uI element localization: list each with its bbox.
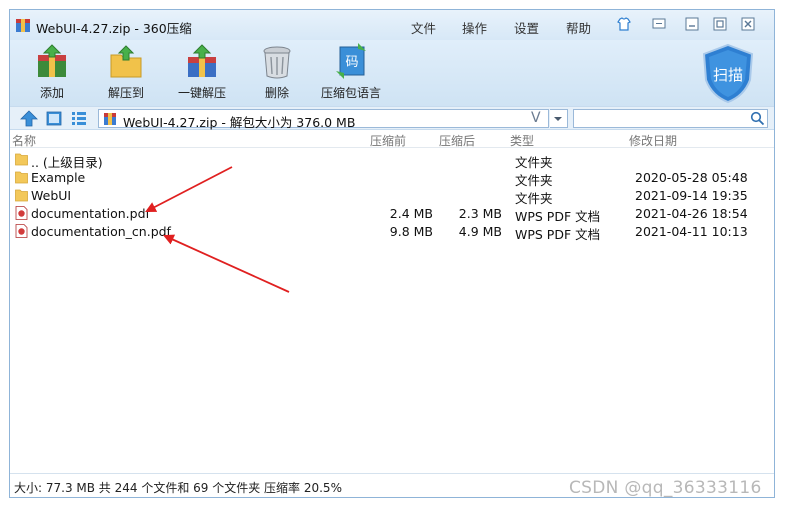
zip-archive-icon (16, 19, 30, 32)
comment-icon-glyph: 码 (345, 55, 358, 70)
zip-archive-icon (104, 113, 116, 125)
list-item[interactable]: documentation.pdf 2.4 MB 2.3 MB WPS PDF … (10, 204, 774, 224)
column-header-row: 名称 压缩前 压缩后 类型 修改日期 (10, 130, 774, 148)
list-item[interactable]: Example 文件夹 2020-05-28 05:48 (10, 168, 774, 188)
menu-settings[interactable]: 设置 (514, 18, 539, 37)
file-name: WebUI (31, 188, 72, 203)
watermark: CSDN @qq_36333116 (569, 478, 762, 498)
file-modified: 2021-04-11 10:13 (635, 224, 748, 239)
window-title: WebUI-4.27.zip - 360压缩 (36, 21, 192, 36)
search-input[interactable] (573, 109, 768, 128)
file-modified: 2020-05-28 05:48 (635, 170, 748, 185)
extract-to-button[interactable]: 解压到 (104, 43, 148, 105)
folder-icon (15, 189, 28, 202)
skin-shirt-icon[interactable] (616, 16, 632, 32)
address-v-button[interactable]: V (531, 110, 541, 126)
one-click-extract-icon (188, 44, 216, 77)
column-header-type[interactable]: 类型 (510, 132, 534, 149)
file-modified: 2021-04-26 18:54 (635, 206, 748, 221)
archive-comment-button[interactable]: 码 压缩包语言 (318, 43, 384, 105)
one-click-extract-button[interactable]: 一键解压 (174, 43, 230, 105)
add-button[interactable]: 添加 (30, 43, 74, 105)
file-name: documentation.pdf (31, 206, 150, 221)
comment-code-icon: 码 (336, 43, 366, 79)
pdf-icon (15, 224, 28, 238)
status-text: 大小: 77.3 MB 共 244 个文件和 69 个文件夹 压缩率 20.5% (14, 481, 342, 495)
menu-operate[interactable]: 操作 (462, 18, 487, 37)
file-size: 9.8 MB (389, 224, 433, 239)
list-item[interactable]: WebUI 文件夹 2021-09-14 19:35 (10, 186, 774, 206)
pdf-icon (15, 206, 28, 220)
title-bar: WebUI-4.27.zip - 360压缩 文件 操作 设置 帮助 (10, 10, 774, 40)
column-header-packed[interactable]: 压缩后 (439, 132, 475, 149)
address-dropdown-button[interactable] (550, 109, 568, 128)
chevron-down-icon (554, 117, 562, 121)
column-header-size[interactable]: 压缩前 (370, 132, 406, 149)
thumbnail-view-icon[interactable] (45, 110, 63, 127)
file-packed-size: 2.3 MB (458, 206, 502, 221)
file-name: Example (31, 170, 86, 185)
up-arrow-icon[interactable] (20, 110, 38, 127)
column-header-name[interactable]: 名称 (12, 132, 36, 149)
scan-button[interactable]: 扫描 (700, 42, 756, 104)
list-view-icon[interactable] (70, 110, 88, 127)
maximize-icon[interactable] (712, 16, 728, 32)
file-size: 2.4 MB (389, 206, 433, 221)
search-icon[interactable] (750, 111, 765, 126)
address-bar: WebUI-4.27.zip - 解包大小为 376.0 MB V (10, 106, 774, 130)
list-item[interactable]: documentation_cn.pdf 9.8 MB 4.9 MB WPS P… (10, 222, 774, 242)
feedback-icon[interactable] (651, 16, 667, 32)
address-path-field[interactable]: WebUI-4.27.zip - 解包大小为 376.0 MB V (98, 109, 549, 130)
close-icon[interactable] (740, 16, 756, 32)
file-modified: 2021-09-14 19:35 (635, 188, 748, 203)
file-name: documentation_cn.pdf (31, 224, 171, 239)
scan-label: 扫描 (713, 66, 743, 84)
file-packed-size: 4.9 MB (458, 224, 502, 239)
add-archive-icon (38, 44, 66, 77)
delete-button[interactable]: 删除 (255, 43, 299, 105)
file-type: WPS PDF 文档 (515, 227, 601, 242)
shield-scan-icon: 扫描 (702, 43, 754, 104)
folder-icon (15, 153, 28, 166)
app-window: WebUI-4.27.zip - 360压缩 文件 操作 设置 帮助 添加 解压… (9, 9, 775, 498)
list-item[interactable]: .. (上级目录) 文件夹 (10, 150, 774, 170)
column-header-modified[interactable]: 修改日期 (629, 132, 677, 149)
extract-to-folder-icon (110, 45, 142, 78)
toolbar: 添加 解压到 一键解压 删除 码 压缩包语言 扫描 (10, 40, 774, 106)
menu-file[interactable]: 文件 (411, 18, 436, 37)
trash-bin-icon (263, 46, 291, 79)
address-path-text: WebUI-4.27.zip - 解包大小为 376.0 MB (123, 115, 356, 130)
menu-help[interactable]: 帮助 (566, 18, 591, 37)
folder-icon (15, 171, 28, 184)
minimize-icon[interactable] (684, 16, 700, 32)
